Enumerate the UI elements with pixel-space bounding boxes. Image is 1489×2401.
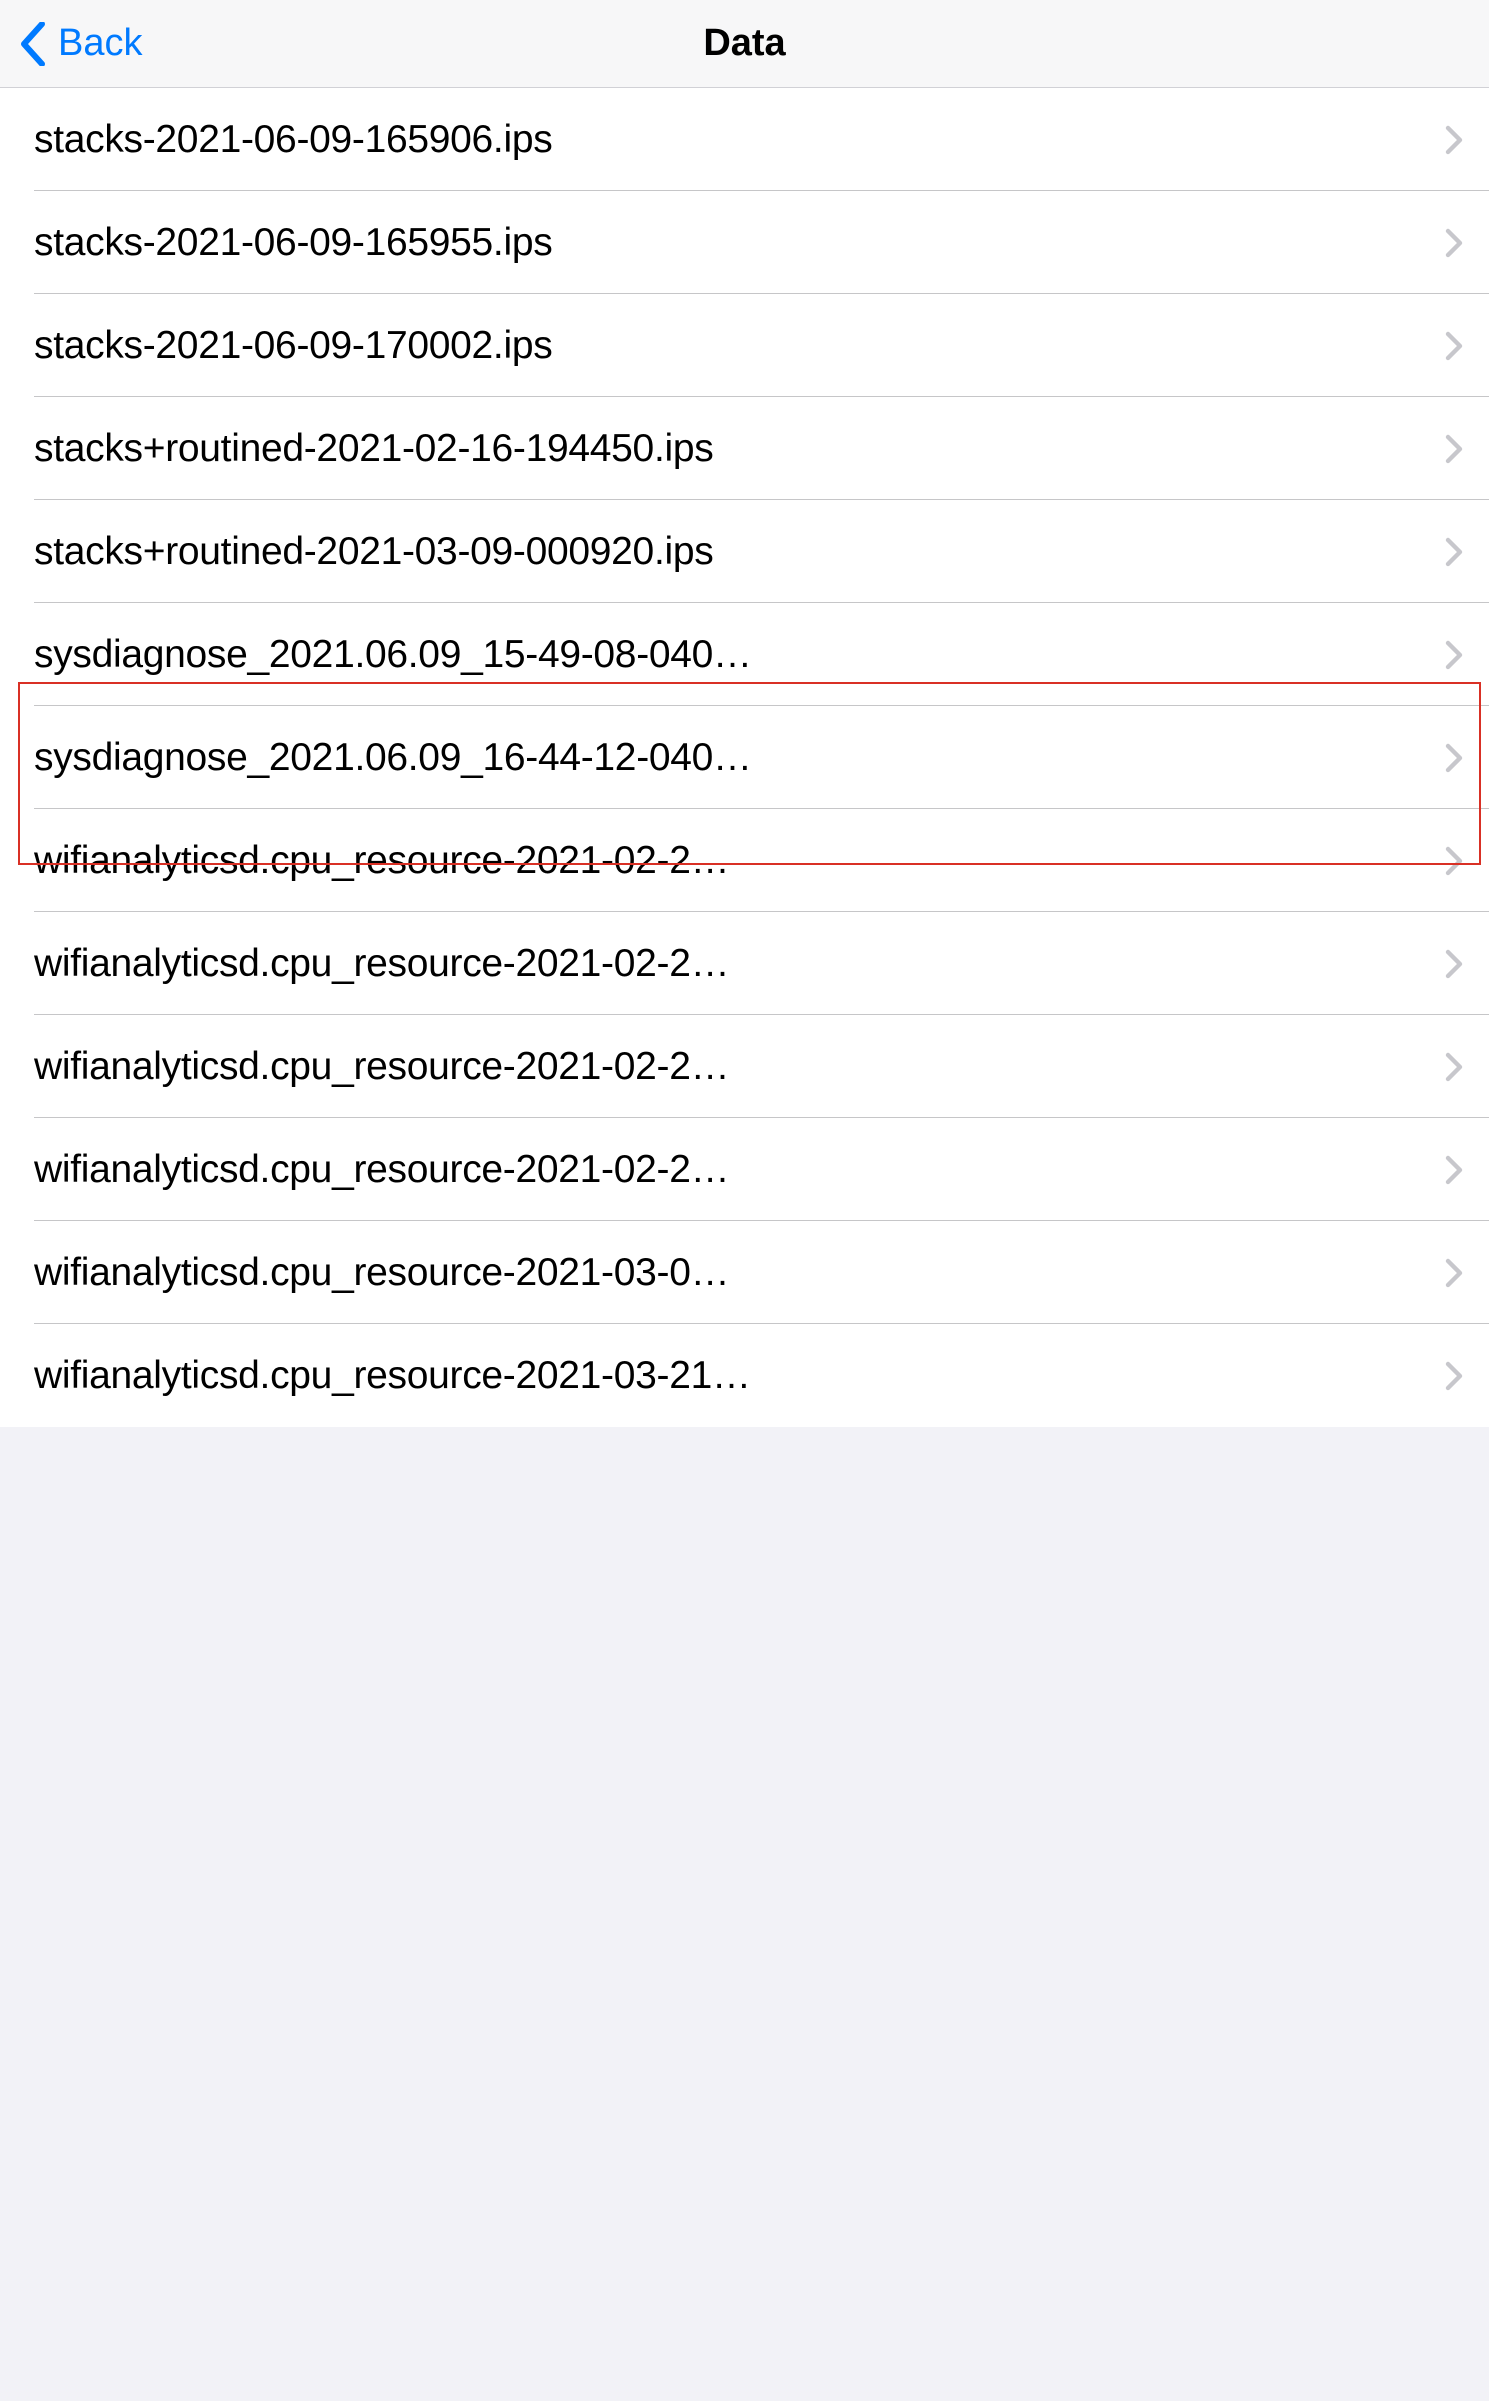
back-button[interactable]: Back (20, 22, 142, 66)
list-item[interactable]: wifianalyticsd.cpu_resource-2021-02-2… (0, 912, 1489, 1015)
chevron-right-icon (1445, 846, 1463, 876)
chevron-left-icon (20, 22, 46, 66)
list-item[interactable]: sysdiagnose_2021.06.09_16-44-12-040… (0, 706, 1489, 809)
list-item-label: wifianalyticsd.cpu_resource-2021-02-2… (34, 942, 1445, 986)
file-list: stacks-2021-06-09-165906.ips stacks-2021… (0, 88, 1489, 1427)
list-item-label: wifianalyticsd.cpu_resource-2021-03-21… (34, 1354, 1445, 1398)
list-item[interactable]: stacks-2021-06-09-170002.ips (0, 294, 1489, 397)
list-item-label: wifianalyticsd.cpu_resource-2021-02-2… (34, 1045, 1445, 1089)
chevron-right-icon (1445, 228, 1463, 258)
list-item-label: sysdiagnose_2021.06.09_15-49-08-040… (34, 633, 1445, 677)
chevron-right-icon (1445, 1155, 1463, 1185)
list-item[interactable]: stacks-2021-06-09-165955.ips (0, 191, 1489, 294)
list-item[interactable]: stacks-2021-06-09-165906.ips (0, 88, 1489, 191)
list-item-label: stacks+routined-2021-03-09-000920.ips (34, 530, 1445, 574)
chevron-right-icon (1445, 640, 1463, 670)
navigation-bar: Back Data (0, 0, 1489, 88)
list-item[interactable]: stacks+routined-2021-03-09-000920.ips (0, 500, 1489, 603)
chevron-right-icon (1445, 331, 1463, 361)
back-label: Back (58, 22, 142, 65)
chevron-right-icon (1445, 1258, 1463, 1288)
chevron-right-icon (1445, 537, 1463, 567)
chevron-right-icon (1445, 434, 1463, 464)
chevron-right-icon (1445, 949, 1463, 979)
list-item-label: stacks-2021-06-09-165955.ips (34, 221, 1445, 265)
list-item-label: stacks+routined-2021-02-16-194450.ips (34, 427, 1445, 471)
list-item[interactable]: wifianalyticsd.cpu_resource-2021-03-0… (0, 1221, 1489, 1324)
list-item-label: wifianalyticsd.cpu_resource-2021-02-2… (34, 839, 1445, 883)
page-title: Data (703, 22, 785, 65)
list-item[interactable]: sysdiagnose_2021.06.09_15-49-08-040… (0, 603, 1489, 706)
list-item[interactable]: stacks+routined-2021-02-16-194450.ips (0, 397, 1489, 500)
list-item[interactable]: wifianalyticsd.cpu_resource-2021-03-21… (0, 1324, 1489, 1427)
list-item-label: sysdiagnose_2021.06.09_16-44-12-040… (34, 736, 1445, 780)
list-item[interactable]: wifianalyticsd.cpu_resource-2021-02-2… (0, 809, 1489, 912)
chevron-right-icon (1445, 743, 1463, 773)
chevron-right-icon (1445, 125, 1463, 155)
list-item[interactable]: wifianalyticsd.cpu_resource-2021-02-2… (0, 1118, 1489, 1221)
list-item-label: wifianalyticsd.cpu_resource-2021-03-0… (34, 1251, 1445, 1295)
chevron-right-icon (1445, 1361, 1463, 1391)
chevron-right-icon (1445, 1052, 1463, 1082)
list-item-label: stacks-2021-06-09-170002.ips (34, 324, 1445, 368)
list-item-label: stacks-2021-06-09-165906.ips (34, 118, 1445, 162)
list-item[interactable]: wifianalyticsd.cpu_resource-2021-02-2… (0, 1015, 1489, 1118)
list-item-label: wifianalyticsd.cpu_resource-2021-02-2… (34, 1148, 1445, 1192)
